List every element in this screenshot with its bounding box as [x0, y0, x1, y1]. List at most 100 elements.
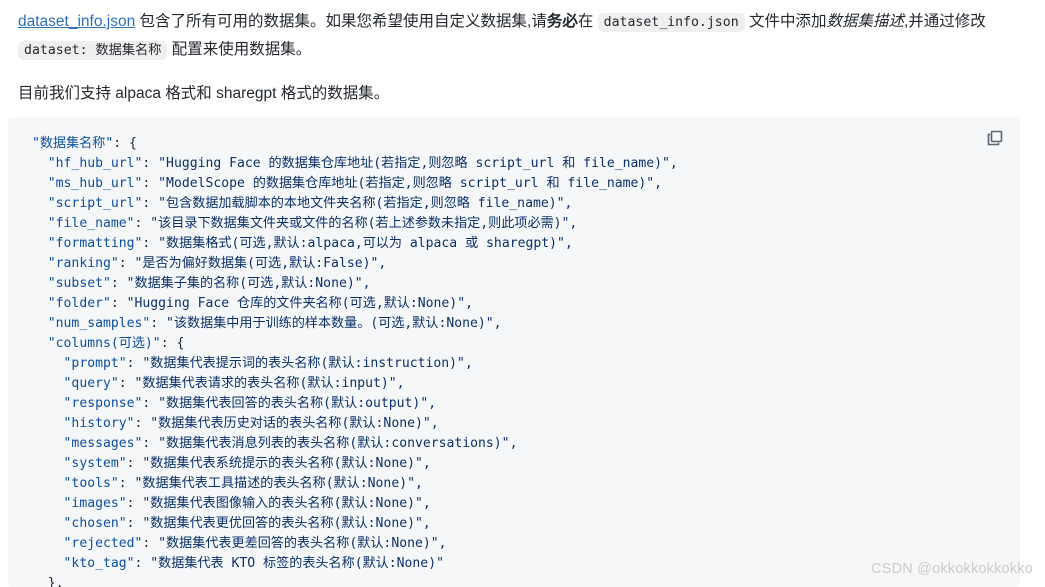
intro-segment-4: ,并通过修改: [903, 13, 986, 30]
code-line: "ranking": "是否为偏好数据集(可选,默认:False)",: [32, 256, 386, 271]
code-token: :: [142, 436, 159, 451]
code-token: "history": [63, 416, 135, 431]
code-token: "是否为偏好数据集(可选,默认:False)",: [134, 256, 387, 271]
code-token: "数据集代表提示词的表头名称(默认:instruction)",: [142, 356, 473, 371]
code-token: "数据集名称": [32, 136, 114, 151]
code-token: "该数据集中用于训练的样本数量。(可选,默认:None)",: [166, 316, 502, 331]
code-token: "数据集代表系统提示的表头名称(默认:None)",: [142, 456, 431, 471]
code-token: :: [142, 176, 159, 191]
code-content[interactable]: "数据集名称": { "hf_hub_url": "Hugging Face 的…: [8, 117, 1020, 587]
code-token: "folder": [47, 296, 111, 311]
code-token: "数据集代表更优回答的表头名称(默认:None)",: [142, 516, 431, 531]
code-token: "ModelScope 的数据集仓库地址(若指定,则忽略 script_url …: [158, 176, 663, 191]
code-line: "columns(可选)": {: [32, 336, 185, 351]
code-line: "prompt": "数据集代表提示词的表头名称(默认:instruction)…: [32, 356, 473, 371]
code-token: : {: [113, 136, 137, 151]
intro-segment-5: 配置来使用数据集。: [167, 41, 312, 58]
code-token: "messages": [63, 436, 143, 451]
code-token: :: [126, 496, 143, 511]
code-line: "tools": "数据集代表工具描述的表头名称(默认:None)",: [32, 476, 423, 491]
code-token: "数据集代表更差回答的表头名称(默认:None)",: [158, 536, 447, 551]
code-token: "数据集代表工具描述的表头名称(默认:None)",: [134, 476, 423, 491]
code-token: :: [134, 216, 151, 231]
code-token: "chosen": [63, 516, 127, 531]
intro-strong-required: 务必: [546, 13, 578, 30]
code-token: "system": [63, 456, 127, 471]
code-line: "system": "数据集代表系统提示的表头名称(默认:None)",: [32, 456, 431, 471]
code-line: "rejected": "数据集代表更差回答的表头名称(默认:None)",: [32, 536, 447, 551]
intro-text: dataset_info.json 包含了所有可用的数据集。如果您希望使用自定义…: [18, 8, 1027, 64]
code-token: "数据集代表 KTO 标签的表头名称(默认:None)": [150, 556, 444, 571]
code-token: "rejected": [63, 536, 143, 551]
watermark: CSDN @okkokkokkokko: [871, 561, 1033, 577]
code-line: "folder": "Hugging Face 仓库的文件夹名称(可选,默认:N…: [32, 296, 473, 311]
code-line: "formatting": "数据集格式(可选,默认:alpaca,可以为 al…: [32, 236, 573, 251]
code-line: },: [32, 576, 64, 587]
code-line: "subset": "数据集子集的名称(可选,默认:None)",: [32, 276, 371, 291]
inline-code-dataset-info: dataset_info.json: [597, 13, 745, 32]
code-token: "hf_hub_url": [47, 156, 143, 171]
code-token: "script_url": [47, 196, 143, 211]
code-token: :: [150, 316, 167, 331]
intro-segment-2: 在: [577, 13, 598, 30]
code-token: "Hugging Face 的数据集仓库地址(若指定,则忽略 script_ur…: [158, 156, 678, 171]
code-token: :: [118, 376, 135, 391]
code-token: "数据集代表图像输入的表头名称(默认:None)",: [142, 496, 431, 511]
code-line: "kto_tag": "数据集代表 KTO 标签的表头名称(默认:None)": [32, 556, 444, 571]
code-token: "images": [63, 496, 127, 511]
code-line: "response": "数据集代表回答的表头名称(默认:output)",: [32, 396, 437, 411]
code-token: :: [118, 256, 135, 271]
supported-formats-paragraph: 目前我们支持 alpaca 格式和 sharegpt 格式的数据集。: [0, 70, 1045, 107]
code-line: "chosen": "数据集代表更优回答的表头名称(默认:None)",: [32, 516, 431, 531]
code-token: :: [118, 476, 135, 491]
supported-formats-text: 目前我们支持 alpaca 格式和 sharegpt 格式的数据集。: [18, 85, 390, 102]
dataset-info-json-link[interactable]: dataset_info.json: [18, 13, 135, 30]
intro-emphasis-description: 数据集描述: [826, 13, 904, 30]
code-token: "num_samples": [47, 316, 151, 331]
code-token: "包含数据加载脚本的本地文件夹名称(若指定,则忽略 file_name)",: [158, 196, 573, 211]
code-token: :: [126, 516, 143, 531]
code-token: "response": [63, 396, 143, 411]
code-line: "history": "数据集代表历史对话的表头名称(默认:None)",: [32, 416, 439, 431]
intro-paragraph: dataset_info.json 包含了所有可用的数据集。如果您希望使用自定义…: [0, 0, 1045, 64]
code-token: "ms_hub_url": [47, 176, 143, 191]
code-token: "formatting": [47, 236, 143, 251]
code-line: "images": "数据集代表图像输入的表头名称(默认:None)",: [32, 496, 431, 511]
code-token: },: [32, 576, 64, 587]
code-token: "file_name": [47, 216, 135, 231]
inline-code-dataset-name: dataset: 数据集名称: [18, 41, 168, 60]
code-token: :: [110, 296, 127, 311]
code-token: :: [134, 556, 151, 571]
code-line: "messages": "数据集代表消息列表的表头名称(默认:conversat…: [32, 436, 518, 451]
code-line: "script_url": "包含数据加载脚本的本地文件夹名称(若指定,则忽略 …: [32, 196, 573, 211]
code-token: "columns(可选)": [47, 336, 161, 351]
code-token: "kto_tag": [63, 556, 135, 571]
code-token: :: [142, 236, 159, 251]
code-token: "subset": [47, 276, 111, 291]
copy-icon[interactable]: [984, 127, 1006, 149]
code-line: "数据集名称": {: [32, 136, 137, 151]
code-token: "数据集格式(可选,默认:alpaca,可以为 alpaca 或 sharegp…: [158, 236, 573, 251]
code-token: "query": [63, 376, 119, 391]
code-token: "数据集代表历史对话的表头名称(默认:None)",: [150, 416, 439, 431]
code-block: "数据集名称": { "hf_hub_url": "Hugging Face 的…: [8, 117, 1020, 587]
code-token: "tools": [63, 476, 119, 491]
